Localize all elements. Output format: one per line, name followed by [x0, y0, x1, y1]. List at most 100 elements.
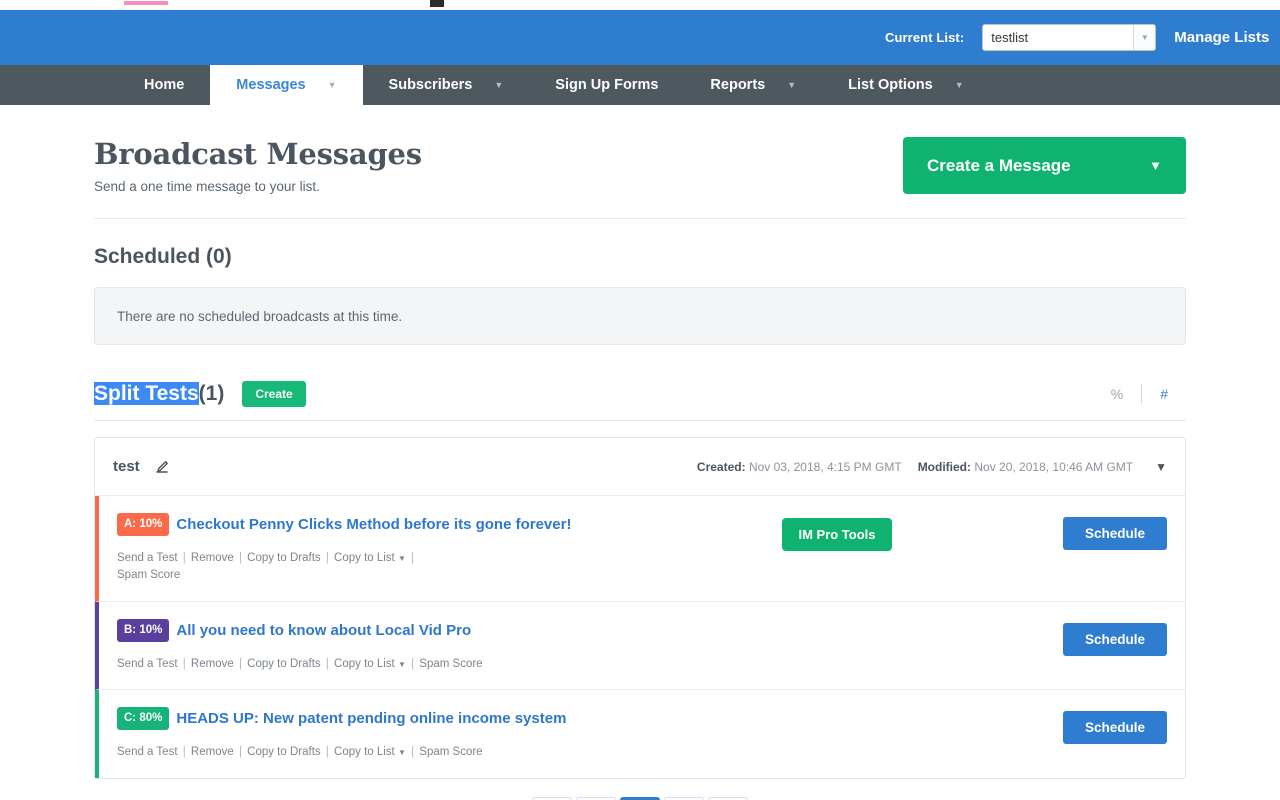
unit-toggle-percent[interactable]: %: [1093, 386, 1141, 402]
variation-b-schedule-button[interactable]: Schedule: [1063, 622, 1167, 656]
chevron-down-icon[interactable]: ▼: [398, 660, 406, 669]
copy-to-drafts-link[interactable]: Copy to Drafts: [247, 658, 321, 670]
nav-item-subscribers[interactable]: Subscribers ▼: [363, 65, 530, 105]
nav-item-sign-up-forms[interactable]: Sign Up Forms: [529, 65, 684, 105]
copy-to-list-link[interactable]: Copy to List: [334, 746, 395, 758]
spam-score-link[interactable]: Spam Score: [117, 569, 180, 581]
variation-b-badge: B: 10%: [117, 618, 170, 642]
variation-a-tag[interactable]: IM Pro Tools: [782, 518, 892, 551]
page-header: Broadcast Messages Send a one time messa…: [94, 105, 1186, 219]
chevron-down-icon: ▼: [954, 79, 964, 90]
created-meta: Created: Nov 03, 2018, 4:15 PM GMT: [697, 460, 902, 474]
nav-item-reports[interactable]: Reports ▼: [684, 65, 822, 105]
main-navigation: Home Messages ▼ Subscribers ▼ Sign Up Fo…: [0, 65, 1280, 105]
current-list-select[interactable]: testlist ▼: [982, 24, 1157, 51]
variation-b-actions: Send a Test | Remove | Copy to Drafts | …: [117, 656, 677, 673]
nav-item-list-options[interactable]: List Options ▼: [822, 65, 990, 105]
nav-label-home: Home: [144, 77, 185, 93]
variation-b-subject-line: B: 10% All you need to know about Local V…: [117, 618, 677, 643]
unit-toggle-number[interactable]: #: [1142, 386, 1186, 402]
variation-row-b: B: 10% All you need to know about Local V…: [95, 601, 1185, 690]
split-tests-count: (1): [198, 382, 225, 405]
copy-to-drafts-link[interactable]: Copy to Drafts: [247, 746, 321, 758]
page-subtitle: Send a one time message to your list.: [94, 179, 320, 194]
created-label: Created:: [696, 459, 746, 474]
variation-b-subject-link[interactable]: All you need to know about Local Vid Pro: [176, 622, 471, 639]
manage-lists-link[interactable]: Manage Lists: [1174, 29, 1269, 46]
page-title: Broadcast Messages: [94, 137, 422, 171]
variation-c-badge: C: 80%: [117, 706, 170, 730]
variation-row-c: C: 80% HEADS UP: New patent pending onlin…: [95, 689, 1185, 778]
chevron-down-icon: ▼: [494, 79, 504, 90]
nav-label-reports: Reports: [710, 77, 766, 93]
action-separator: |: [322, 745, 333, 758]
action-separator: |: [407, 657, 418, 670]
action-separator: |: [235, 657, 246, 670]
action-separator: |: [179, 745, 189, 758]
split-test-card: test Created: Nov 03, 2018, 4:15 PM GMT …: [94, 437, 1186, 779]
split-test-card-header: test Created: Nov 03, 2018, 4:15 PM GMT …: [95, 438, 1185, 496]
nav-item-home[interactable]: Home: [118, 65, 210, 105]
variation-a-subject-link[interactable]: Checkout Penny Clicks Method before its …: [176, 516, 571, 533]
created-value: Nov 03, 2018, 4:15 PM GMT: [748, 459, 902, 474]
send-a-test-link[interactable]: Send a Test: [117, 746, 178, 758]
modified-meta: Modified: Nov 20, 2018, 10:46 AM GMT: [918, 460, 1133, 474]
copy-to-drafts-link[interactable]: Copy to Drafts: [247, 552, 321, 564]
create-a-message-label: Create a Message: [927, 155, 1071, 175]
chevron-down-icon: ▼: [1149, 158, 1162, 173]
scheduled-section-title: Scheduled (0): [94, 245, 232, 268]
edit-pencil-icon[interactable]: [154, 459, 170, 475]
variation-c-subject-line: C: 80% HEADS UP: New patent pending onlin…: [117, 706, 777, 731]
chevron-down-icon: ▼: [787, 79, 797, 90]
nav-label-list-options: List Options: [848, 77, 933, 93]
action-separator: |: [179, 552, 189, 564]
split-test-name: test: [113, 458, 140, 475]
modified-label: Modified:: [917, 459, 972, 474]
chrome-fragment-pink: [124, 1, 168, 5]
create-a-message-button[interactable]: Create a Message ▼: [903, 137, 1186, 194]
variation-a-actions: Send a Test | Remove | Copy to Drafts | …: [117, 550, 417, 585]
chevron-down-icon[interactable]: ▼: [398, 748, 406, 757]
send-a-test-link[interactable]: Send a Test: [117, 552, 178, 564]
spam-score-link[interactable]: Spam Score: [419, 746, 482, 758]
remove-link[interactable]: Remove: [191, 552, 234, 564]
current-list-value[interactable]: testlist: [983, 25, 1133, 50]
page-body: Broadcast Messages Send a one time messa…: [0, 105, 1280, 800]
utility-bar: Current List: testlist ▼ Manage Lists In…: [0, 10, 1280, 65]
scheduled-empty-text: There are no scheduled broadcasts at thi…: [117, 308, 403, 324]
copy-to-list-link[interactable]: Copy to List: [334, 552, 395, 564]
split-tests-title: Split Tests(1): [94, 382, 224, 406]
action-separator: |: [179, 657, 189, 670]
nav-label-sign-up-forms: Sign Up Forms: [555, 77, 659, 93]
chevron-down-icon: ▼: [327, 79, 337, 90]
action-separator: |: [407, 745, 418, 758]
nav-item-messages[interactable]: Messages ▼: [210, 65, 363, 105]
send-a-test-link[interactable]: Send a Test: [117, 658, 178, 670]
action-separator: |: [235, 745, 246, 758]
action-separator: |: [235, 552, 246, 564]
nav-label-subscribers: Subscribers: [388, 77, 473, 93]
variation-a-schedule-button[interactable]: Schedule: [1063, 517, 1167, 550]
nav-label-messages: Messages: [236, 77, 306, 93]
variation-a-badge: A: 10%: [117, 513, 170, 537]
modified-value: Nov 20, 2018, 10:46 AM GMT: [974, 459, 1134, 474]
variation-a-subject-line: A: 10% Checkout Penny Clicks Method befor…: [117, 513, 647, 537]
chevron-down-icon[interactable]: ▼: [398, 554, 406, 563]
remove-link[interactable]: Remove: [191, 746, 234, 758]
spam-score-link[interactable]: Spam Score: [419, 658, 482, 670]
variation-c-actions: Send a Test | Remove | Copy to Drafts | …: [117, 744, 777, 761]
create-split-test-button[interactable]: Create: [242, 381, 306, 407]
action-separator: |: [322, 552, 333, 564]
scheduled-empty-state: There are no scheduled broadcasts at thi…: [94, 287, 1186, 345]
chevron-down-icon[interactable]: ▼: [1133, 25, 1156, 50]
action-separator: |: [407, 552, 415, 564]
collapse-caret-icon[interactable]: ▼: [1155, 460, 1167, 474]
split-test-meta: Created: Nov 03, 2018, 4:15 PM GMT Modif…: [697, 460, 1167, 474]
split-tests-title-text: Split Tests: [94, 382, 199, 405]
action-separator: |: [322, 657, 333, 670]
variation-c-schedule-button[interactable]: Schedule: [1063, 710, 1167, 744]
variation-row-a: A: 10% Checkout Penny Clicks Method befor…: [95, 496, 1185, 602]
variation-c-subject-link[interactable]: HEADS UP: New patent pending online inco…: [176, 710, 566, 727]
copy-to-list-link[interactable]: Copy to List: [334, 658, 395, 670]
remove-link[interactable]: Remove: [191, 658, 234, 670]
